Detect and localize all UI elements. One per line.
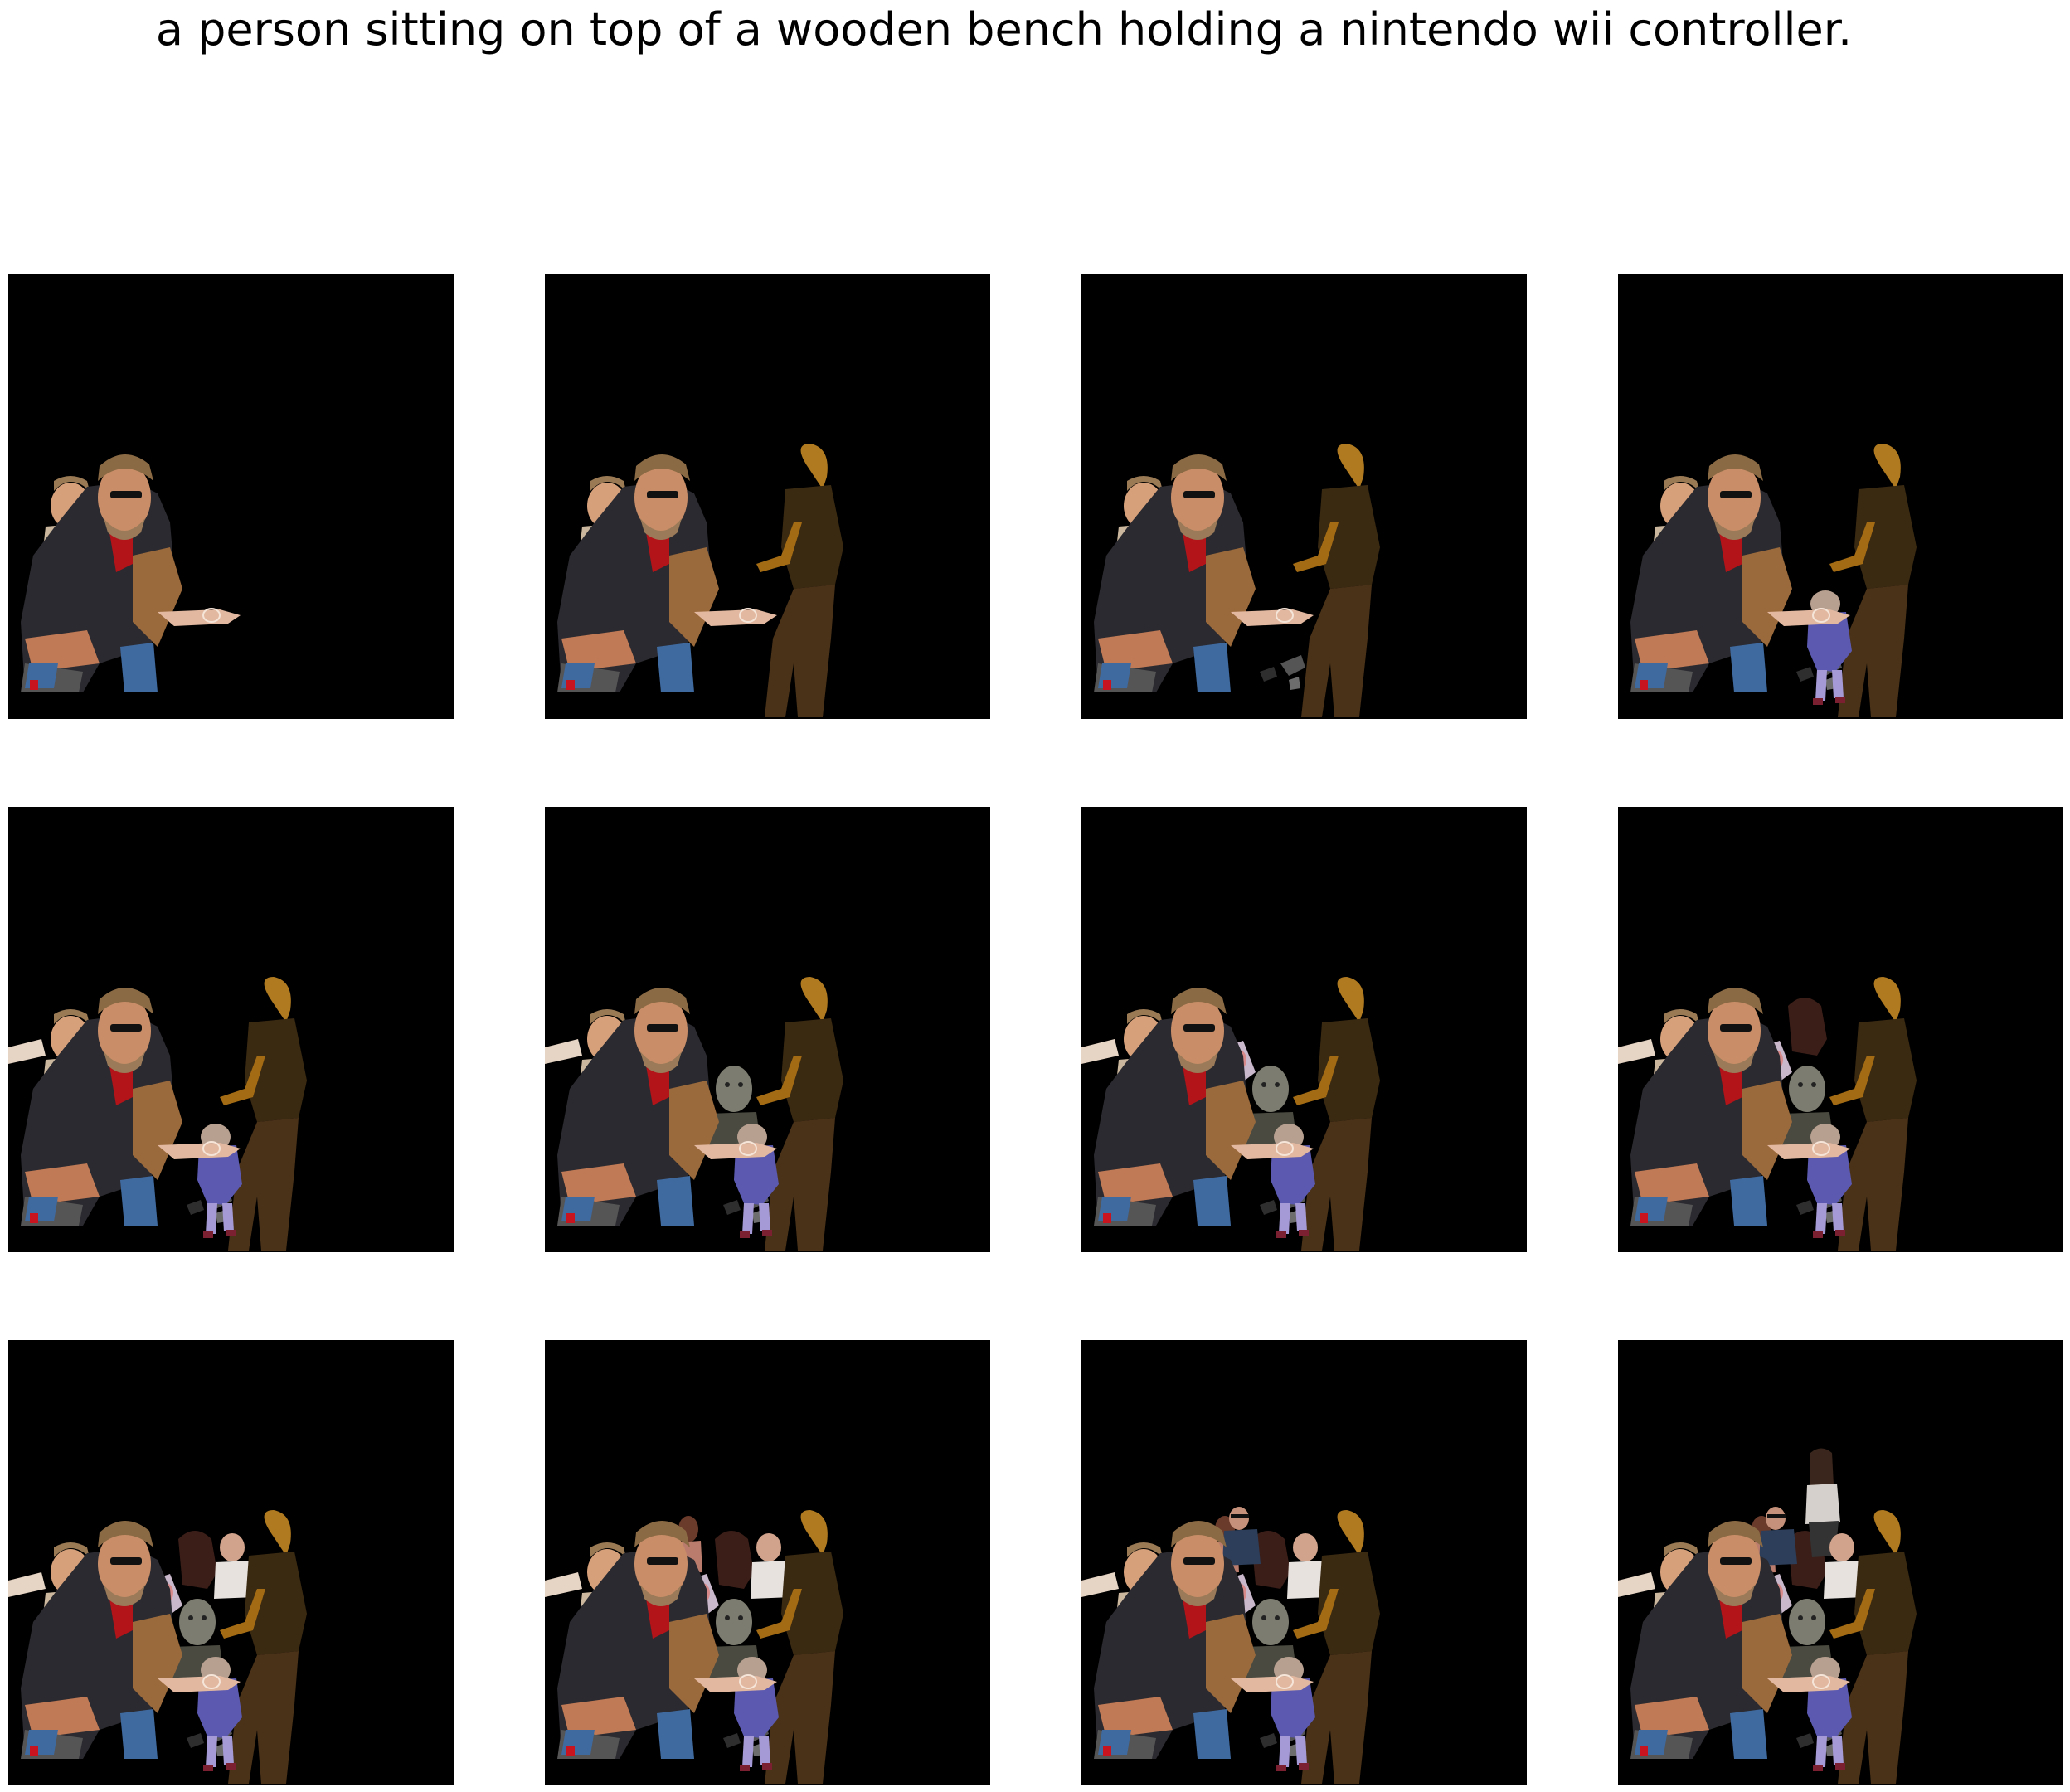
layer-darkfig [715, 1531, 754, 1589]
layer-darkfig [178, 1531, 217, 1589]
frame-5 [8, 807, 454, 1252]
frame-11 [1081, 1340, 1527, 1785]
frame-image [8, 274, 454, 719]
frame-3 [1081, 274, 1527, 719]
frame-image [8, 807, 454, 1252]
frame-2 [545, 274, 990, 719]
image-caption: a person sitting on top of a wooden benc… [155, 3, 1853, 56]
frame-9 [8, 1340, 454, 1785]
frame-image [1618, 1340, 2063, 1785]
frame-image [1081, 807, 1527, 1252]
frame-4 [1618, 274, 2063, 719]
frame-image [1618, 807, 2063, 1252]
frame-image [8, 1340, 454, 1785]
frame-image [1081, 1340, 1527, 1785]
frame-image [1081, 274, 1527, 719]
frame-image [1618, 274, 2063, 719]
frame-image [545, 807, 990, 1252]
frame-6 [545, 807, 990, 1252]
layer-darkfig [1788, 998, 1827, 1056]
frame-7 [1081, 807, 1527, 1252]
frame-image [545, 274, 990, 719]
frame-8 [1618, 807, 2063, 1252]
frame-image [545, 1340, 990, 1785]
frame-1 [8, 274, 454, 719]
frame-10 [545, 1340, 990, 1785]
frame-12 [1618, 1340, 2063, 1785]
